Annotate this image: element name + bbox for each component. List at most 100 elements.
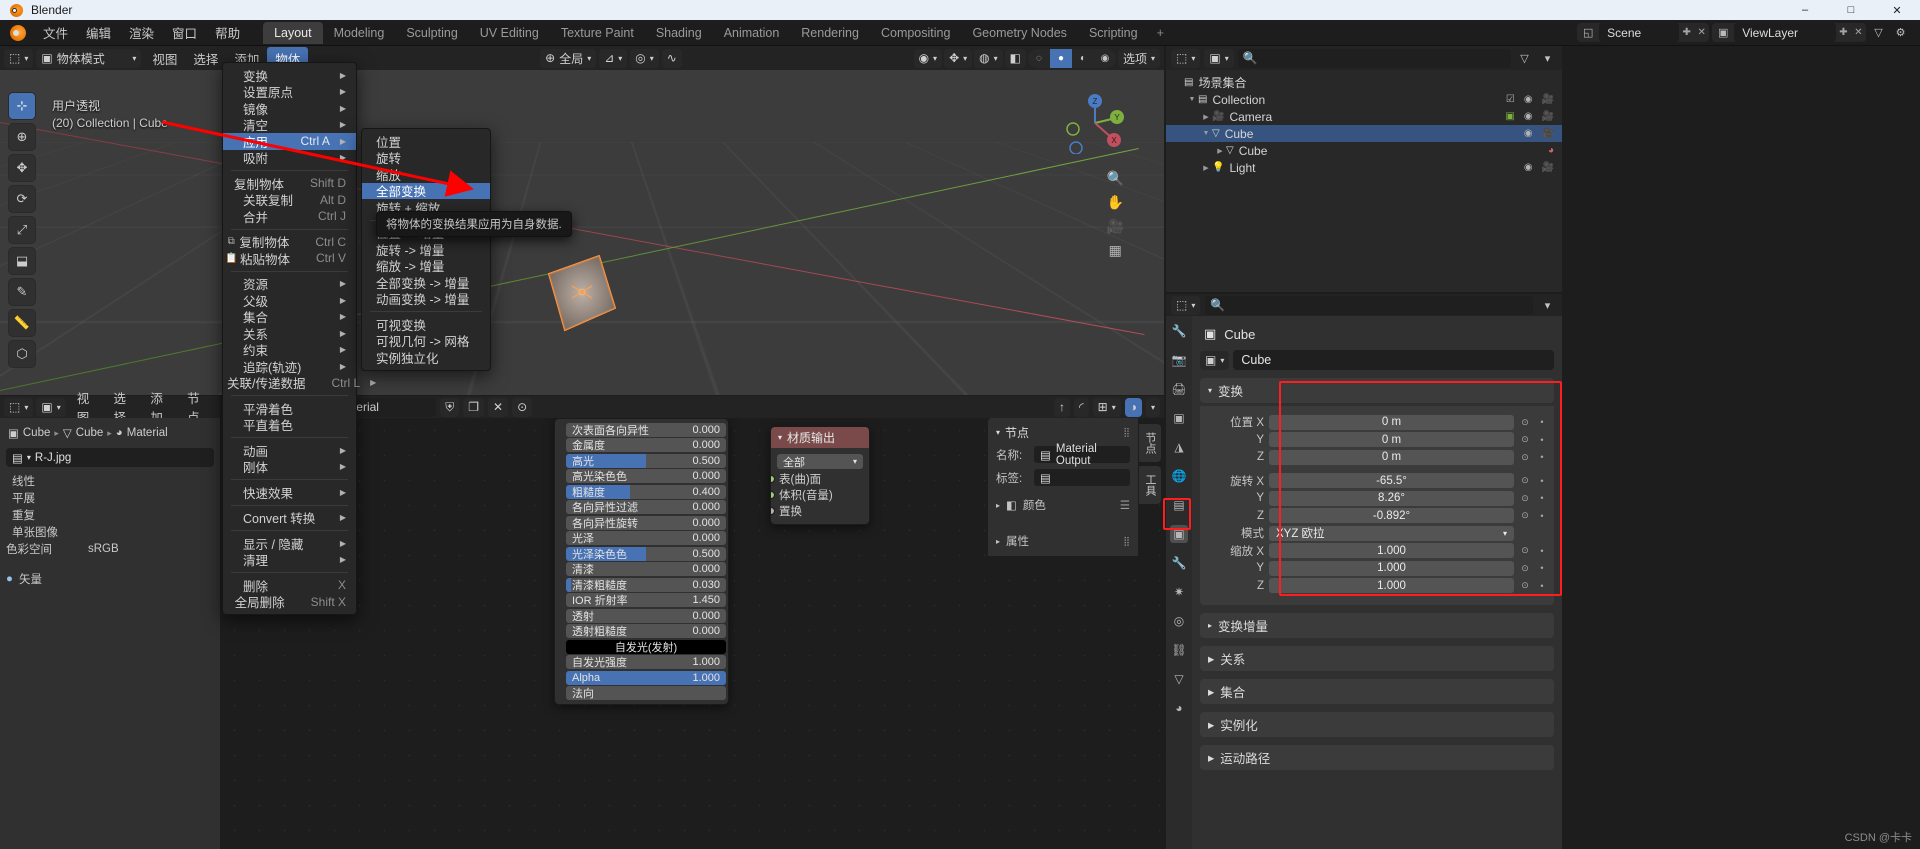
lock-icon[interactable]: • xyxy=(1536,546,1548,556)
submenu-item-可视变换[interactable]: 可视变换 xyxy=(362,316,490,333)
chevron-right-icon[interactable]: ▸ xyxy=(1208,750,1214,765)
eye-icon[interactable]: ◉ xyxy=(1524,128,1533,139)
camera-icon[interactable]: 🎥 xyxy=(1542,128,1554,139)
menu-item-粘贴物体[interactable]: 📋 粘贴物体 Ctrl V xyxy=(223,250,356,267)
navigation-gizmo[interactable]: Z Y X xyxy=(1064,92,1126,155)
workspace-tab-uv-editing[interactable]: UV Editing xyxy=(469,22,550,44)
image-editor-type-icon[interactable]: ⬚ ▾ xyxy=(4,397,34,417)
transform-value[interactable]: -65.5° xyxy=(1269,473,1514,489)
eye-icon[interactable]: ◉ xyxy=(1524,111,1533,122)
output-target-dropdown[interactable]: 全部 ▾ xyxy=(777,454,863,469)
submenu-item-缩放----增量[interactable]: 缩放 -> 增量 xyxy=(362,258,490,274)
up-arrow-icon[interactable]: ↑ xyxy=(1054,397,1070,417)
outliner-row-camera[interactable]: ▶ 🎥 Camera ▣ ◉ 🎥 xyxy=(1166,108,1562,125)
colorspace-row[interactable]: 色彩空间 sRGB xyxy=(6,540,214,558)
camera-icon[interactable]: 🎥 xyxy=(1107,218,1124,235)
remove-viewlayer-icon[interactable]: ✕ xyxy=(1851,27,1866,38)
viewport-menu-1[interactable]: 选择 xyxy=(185,47,226,70)
disclosure-triangle[interactable]: ▶ xyxy=(1216,147,1224,155)
image-editor-object-icon[interactable]: ▣ ▾ xyxy=(36,397,66,417)
properties-tab-world-icon[interactable]: 🌐 xyxy=(1170,467,1188,485)
scene-name[interactable]: Scene xyxy=(1599,23,1680,42)
disclosure-triangle[interactable]: ▼ xyxy=(1202,130,1210,137)
menu-item-Convert-转换[interactable]: Convert 转换 ▶ xyxy=(223,510,356,526)
workspace-tab-texture-paint[interactable]: Texture Paint xyxy=(550,22,645,44)
shield-icon[interactable]: ⛨ xyxy=(440,397,460,417)
socket-dot[interactable] xyxy=(771,491,775,499)
workspace-tab-rendering[interactable]: Rendering xyxy=(790,22,870,44)
shading-wireframe[interactable]: ◌ xyxy=(1028,49,1050,68)
socket-dot[interactable] xyxy=(771,475,775,483)
chevron-down-icon[interactable]: ▾ xyxy=(1208,386,1212,395)
outliner-row-collection[interactable]: ▼ ▤ Collection ☑ ◉ 🎥 xyxy=(1166,91,1562,108)
menu-item-变换[interactable]: 变换 ▶ xyxy=(223,67,356,84)
bsdf-prop-value[interactable]: 法向 xyxy=(566,686,726,701)
lock-icon[interactable]: • xyxy=(1536,417,1548,427)
close-button[interactable]: ✕ xyxy=(1874,0,1920,20)
viewport-options-dropdown[interactable]: 选项 ▾ xyxy=(1117,48,1161,68)
bsdf-prop-value[interactable]: 透射粗糙度 0.000 xyxy=(566,624,726,639)
outliner[interactable]: ▤ 场景集合 ▼ ▤ Collection ☑ ◉ 🎥 ▶ 🎥 Camera ▣ ◉ 🎥 ▼ ▽ Cube ◉ 🎥 ▶… xyxy=(1166,70,1562,292)
submenu-item-实例独立化[interactable]: 实例独立化 xyxy=(362,349,490,366)
node-label-field[interactable]: ▤ xyxy=(1034,469,1130,486)
bsdf-prop-value[interactable]: 次表面各向异性 0.000 xyxy=(566,422,726,437)
submenu-item-位置[interactable]: 位置 xyxy=(362,133,490,150)
camera-icon[interactable]: 🎥 xyxy=(1542,94,1554,105)
outliner-search-input[interactable]: 🔍 xyxy=(1237,48,1511,68)
zoom-icon[interactable]: 🔍 xyxy=(1107,170,1124,187)
scale-value[interactable]: 1.000 xyxy=(1269,543,1514,559)
viewlayer-selector[interactable]: ▣ ViewLayer ✚ ✕ xyxy=(1712,23,1866,42)
pin-icon[interactable]: ⊙ xyxy=(512,397,533,417)
unlink-scene-icon[interactable]: ✕ xyxy=(1694,27,1709,38)
menu-item-应用[interactable]: 应用 Ctrl A ▶ xyxy=(223,133,356,150)
blender-menu-icon[interactable] xyxy=(10,24,26,41)
duplicate-material-icon[interactable]: ❐ xyxy=(463,397,485,417)
menu-item-关联复制[interactable]: 关联复制 Alt D xyxy=(223,192,356,209)
transform-value[interactable]: -0.892° xyxy=(1269,508,1514,524)
lock-icon[interactable]: • xyxy=(1536,581,1548,591)
image-setting-0[interactable]: 线性 xyxy=(6,472,214,489)
scale-value[interactable]: 1.000 xyxy=(1269,578,1514,594)
interaction-mode-dropdown[interactable]: ▣ 物体模式 ▾ xyxy=(36,48,142,68)
menu-item-快速效果[interactable]: 快速效果 ▶ xyxy=(223,484,356,501)
animate-icon[interactable]: ⊙ xyxy=(1519,493,1531,504)
menu-item-镜像[interactable]: 镜像 ▶ xyxy=(223,100,356,117)
transform-orientation-dropdown[interactable]: ⊕ 全局 ▾ xyxy=(540,48,597,68)
annotate-icon[interactable]: ✎ xyxy=(8,278,36,306)
node-panel-header[interactable]: ▾ 节点 ⣿ xyxy=(988,422,1138,443)
menu-item-动画[interactable]: 动画 ▶ xyxy=(223,442,356,459)
menu-item-设置原点[interactable]: 设置原点 ▶ xyxy=(223,84,356,100)
panel-header-实例化[interactable]: ▸ 实例化 xyxy=(1200,712,1554,737)
outliner-row-cube[interactable]: ▼ ▽ Cube ◉ 🎥 xyxy=(1166,125,1562,142)
bsdf-prop-value[interactable]: 透射 0.000 xyxy=(566,608,726,623)
move-icon[interactable]: ✥ xyxy=(8,154,36,182)
chevron-right-icon[interactable]: ▸ xyxy=(1208,621,1212,630)
disclosure-triangle[interactable]: ▶ xyxy=(1202,164,1210,172)
object-menu-dropdown[interactable]: 变换 ▶ 设置原点 ▶ 镜像 ▶ 清空 ▶ 应用 Ctrl A ▶ 吸附 ▶ 复制物体 Shift D 关联复… xyxy=(222,62,376,615)
lock-icon[interactable]: • xyxy=(1536,563,1548,573)
submenu-item-全部变换[interactable]: 全部变换 xyxy=(362,182,490,199)
rotation-mode-dropdown[interactable]: XYZ 欧拉 ▾ xyxy=(1269,525,1514,541)
chevron-right-icon[interactable]: ▸ xyxy=(996,537,1000,546)
main-menu-4[interactable]: 帮助 xyxy=(206,19,249,46)
panel-header-关系[interactable]: ▸ 关系 xyxy=(1200,646,1554,671)
properties-tab-constraint-icon[interactable]: ⛓ xyxy=(1170,641,1188,659)
animate-icon[interactable]: ⊙ xyxy=(1519,475,1531,486)
outliner-row-cube[interactable]: ▶ ▽ Cube ◕ xyxy=(1166,142,1562,159)
panel-header-集合[interactable]: ▸ 集合 xyxy=(1200,679,1554,704)
panel-header-运动路径[interactable]: ▸ 运动路径 xyxy=(1200,745,1554,770)
xray-toggle[interactable]: ◧ xyxy=(1004,48,1026,68)
lock-icon[interactable]: • xyxy=(1536,476,1548,486)
disclosure-triangle[interactable]: ▼ xyxy=(1188,96,1196,103)
snap-grid-icon[interactable]: ⊞ ▾ xyxy=(1092,397,1121,417)
properties-tab-render-icon[interactable]: 📷 xyxy=(1170,351,1188,369)
eye-icon[interactable]: ◉ xyxy=(1524,94,1533,105)
object-name-field[interactable]: Cube xyxy=(1233,350,1554,370)
cursor-3d-icon[interactable]: ⊕ xyxy=(8,123,36,151)
workspace-tab-modeling[interactable]: Modeling xyxy=(323,22,396,44)
bsdf-prop-value[interactable]: 各向异性过滤 0.000 xyxy=(566,500,726,515)
animate-icon[interactable]: ⊙ xyxy=(1519,417,1531,428)
scale-icon[interactable]: ⤢ xyxy=(8,216,36,244)
shading-solid[interactable]: ● xyxy=(1049,48,1072,68)
transform-value[interactable]: 0 m xyxy=(1269,414,1514,430)
